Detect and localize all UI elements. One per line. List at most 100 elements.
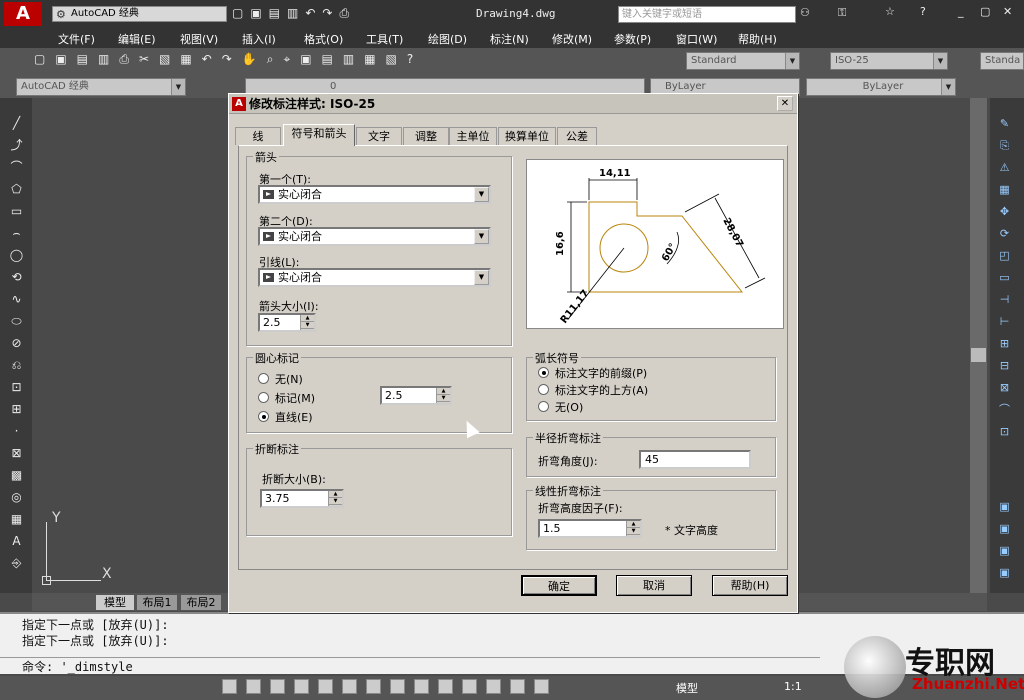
gear-icon[interactable]: ⚙: [56, 8, 66, 21]
arc-above-label[interactable]: 标注文字的上方(A): [555, 382, 648, 398]
leader-arrow-select[interactable]: 实心闭合 ▼: [258, 268, 491, 287]
explode-icon[interactable]: ⊡: [996, 423, 1013, 440]
tab-text[interactable]: 文字: [356, 127, 402, 145]
center-none-label[interactable]: 无(N): [275, 371, 303, 387]
stretch-icon[interactable]: ▭: [996, 269, 1013, 286]
region-icon[interactable]: ◎: [8, 489, 25, 506]
make-block-icon[interactable]: ⊡: [8, 379, 25, 396]
menu-parametric[interactable]: 参数(P): [614, 31, 651, 47]
extend-icon[interactable]: ⊢: [996, 313, 1013, 330]
copy-icon[interactable]: ⎘: [996, 137, 1013, 154]
center-line-label[interactable]: 直线(E): [275, 409, 313, 425]
help-icon[interactable]: ?: [920, 5, 926, 18]
spline-icon[interactable]: ∿: [8, 291, 25, 308]
ellipse-icon[interactable]: ⬭: [8, 313, 25, 330]
erase-icon[interactable]: ✎: [996, 115, 1013, 132]
center-line-radio[interactable]: [258, 411, 269, 422]
app-logo-icon[interactable]: A: [4, 2, 42, 26]
polyline-icon[interactable]: ⌒: [8, 159, 25, 176]
maximize-button[interactable]: ▢: [980, 5, 990, 18]
mirror-icon[interactable]: ⚠: [996, 159, 1013, 176]
menu-help[interactable]: 帮助(H): [738, 31, 777, 47]
center-mark-label[interactable]: 标记(M): [275, 390, 315, 406]
rotate-icon[interactable]: ⟳: [996, 225, 1013, 242]
linetype-combo[interactable]: ByLayer ▼: [806, 78, 956, 96]
mtext-icon[interactable]: A: [8, 533, 25, 550]
circle-icon[interactable]: ◯: [8, 247, 25, 264]
tab-fit[interactable]: 调整: [403, 127, 449, 145]
close-button[interactable]: ✕: [1003, 5, 1012, 18]
menu-modify[interactable]: 修改(M): [552, 31, 592, 47]
status-toggle-icon[interactable]: [438, 679, 453, 694]
arc-none-label[interactable]: 无(O): [555, 399, 583, 415]
draw-order-icon[interactable]: ▣: [996, 520, 1013, 537]
rectangle-icon[interactable]: ▭: [8, 203, 25, 220]
tab-tolerances[interactable]: 公差: [557, 127, 597, 145]
chamfer-icon[interactable]: ⊠: [996, 379, 1013, 396]
arc-icon[interactable]: ⌢: [8, 225, 25, 242]
star-icon[interactable]: ☆: [885, 5, 895, 18]
arc-none-radio[interactable]: [538, 401, 549, 412]
jog-angle-input[interactable]: 45: [639, 450, 751, 469]
center-mark-radio[interactable]: [258, 392, 269, 403]
draw-order-icon[interactable]: ▣: [996, 542, 1013, 559]
trim-icon[interactable]: ⊣: [996, 291, 1013, 308]
arrow-size-stepper[interactable]: 2.5 ▲ ▼: [258, 313, 316, 332]
dialog-close-button[interactable]: ✕: [777, 96, 793, 111]
add-selected-icon[interactable]: ⎆: [8, 555, 25, 572]
menu-window[interactable]: 窗口(W): [676, 31, 717, 47]
minimize-button[interactable]: _: [958, 5, 964, 18]
menu-edit[interactable]: 编辑(E): [118, 31, 156, 47]
arc-prefix-label[interactable]: 标注文字的前缀(P): [555, 365, 647, 381]
line-icon[interactable]: ╱: [8, 115, 25, 132]
offset-icon[interactable]: ▦: [996, 181, 1013, 198]
draw-order-icon[interactable]: ▣: [996, 498, 1013, 515]
vertical-scrollbar[interactable]: [970, 98, 987, 593]
menu-view[interactable]: 视图(V): [180, 31, 218, 47]
key-icon[interactable]: ⚿: [838, 6, 846, 20]
status-toggle-icon[interactable]: [462, 679, 477, 694]
point-icon[interactable]: ⊞: [8, 401, 25, 418]
tab-alternate-units[interactable]: 换算单位: [498, 127, 556, 145]
status-toggle-icon[interactable]: [414, 679, 429, 694]
tab-layout1[interactable]: 布局1: [137, 595, 177, 610]
workspace-combo[interactable]: AutoCAD 经典 ▼: [16, 78, 186, 96]
workspace-selector[interactable]: AutoCAD 经典: [52, 6, 227, 22]
gradient-icon[interactable]: ▩: [8, 467, 25, 484]
menu-tools[interactable]: 工具(T): [366, 31, 403, 47]
dim-style-combo[interactable]: ISO-25 ▼: [830, 52, 948, 70]
join-icon[interactable]: ⊟: [996, 357, 1013, 374]
center-none-radio[interactable]: [258, 373, 269, 384]
status-toggle-icon[interactable]: [366, 679, 381, 694]
ellipse-arc-icon[interactable]: ⊘: [8, 335, 25, 352]
arc-prefix-radio[interactable]: [538, 367, 549, 378]
arc-above-radio[interactable]: [538, 384, 549, 395]
status-toggle-icon[interactable]: [294, 679, 309, 694]
scale-icon[interactable]: ◰: [996, 247, 1013, 264]
point-small-icon[interactable]: ·: [8, 423, 25, 440]
annotation-scale[interactable]: 1:1: [784, 680, 802, 693]
status-toggle-icon[interactable]: [318, 679, 333, 694]
menu-file[interactable]: 文件(F): [58, 31, 95, 47]
status-toggle-icon[interactable]: [342, 679, 357, 694]
status-toggle-icon[interactable]: [390, 679, 405, 694]
table-icon[interactable]: ▦: [8, 511, 25, 528]
cancel-button[interactable]: 取消: [616, 575, 692, 596]
break-icon[interactable]: ⊞: [996, 335, 1013, 352]
status-toggle-icon[interactable]: [270, 679, 285, 694]
model-space-button[interactable]: 模型: [676, 680, 698, 696]
second-arrow-select[interactable]: 实心闭合 ▼: [258, 227, 491, 246]
hatch-icon[interactable]: ⊠: [8, 445, 25, 462]
status-toggle-icon[interactable]: [246, 679, 261, 694]
tab-lines[interactable]: 线: [235, 127, 281, 145]
menu-draw[interactable]: 绘图(D): [428, 31, 467, 47]
revision-cloud-icon[interactable]: ⟲: [8, 269, 25, 286]
break-size-stepper[interactable]: 3.75 ▲ ▼: [260, 489, 344, 508]
tab-symbols-arrows[interactable]: 符号和箭头: [283, 124, 355, 146]
status-toggle-icon[interactable]: [510, 679, 525, 694]
standard-toolbar-icons[interactable]: ▢▣▤▥⎙✂▧▦↶↷✋⌕⌖▣▤▥▦▧?: [34, 52, 674, 70]
text-style-combo[interactable]: Standard ▼: [686, 52, 800, 70]
tab-primary-units[interactable]: 主单位: [449, 127, 497, 145]
polygon-icon[interactable]: ⬠: [8, 181, 25, 198]
menu-dimension[interactable]: 标注(N): [490, 31, 529, 47]
